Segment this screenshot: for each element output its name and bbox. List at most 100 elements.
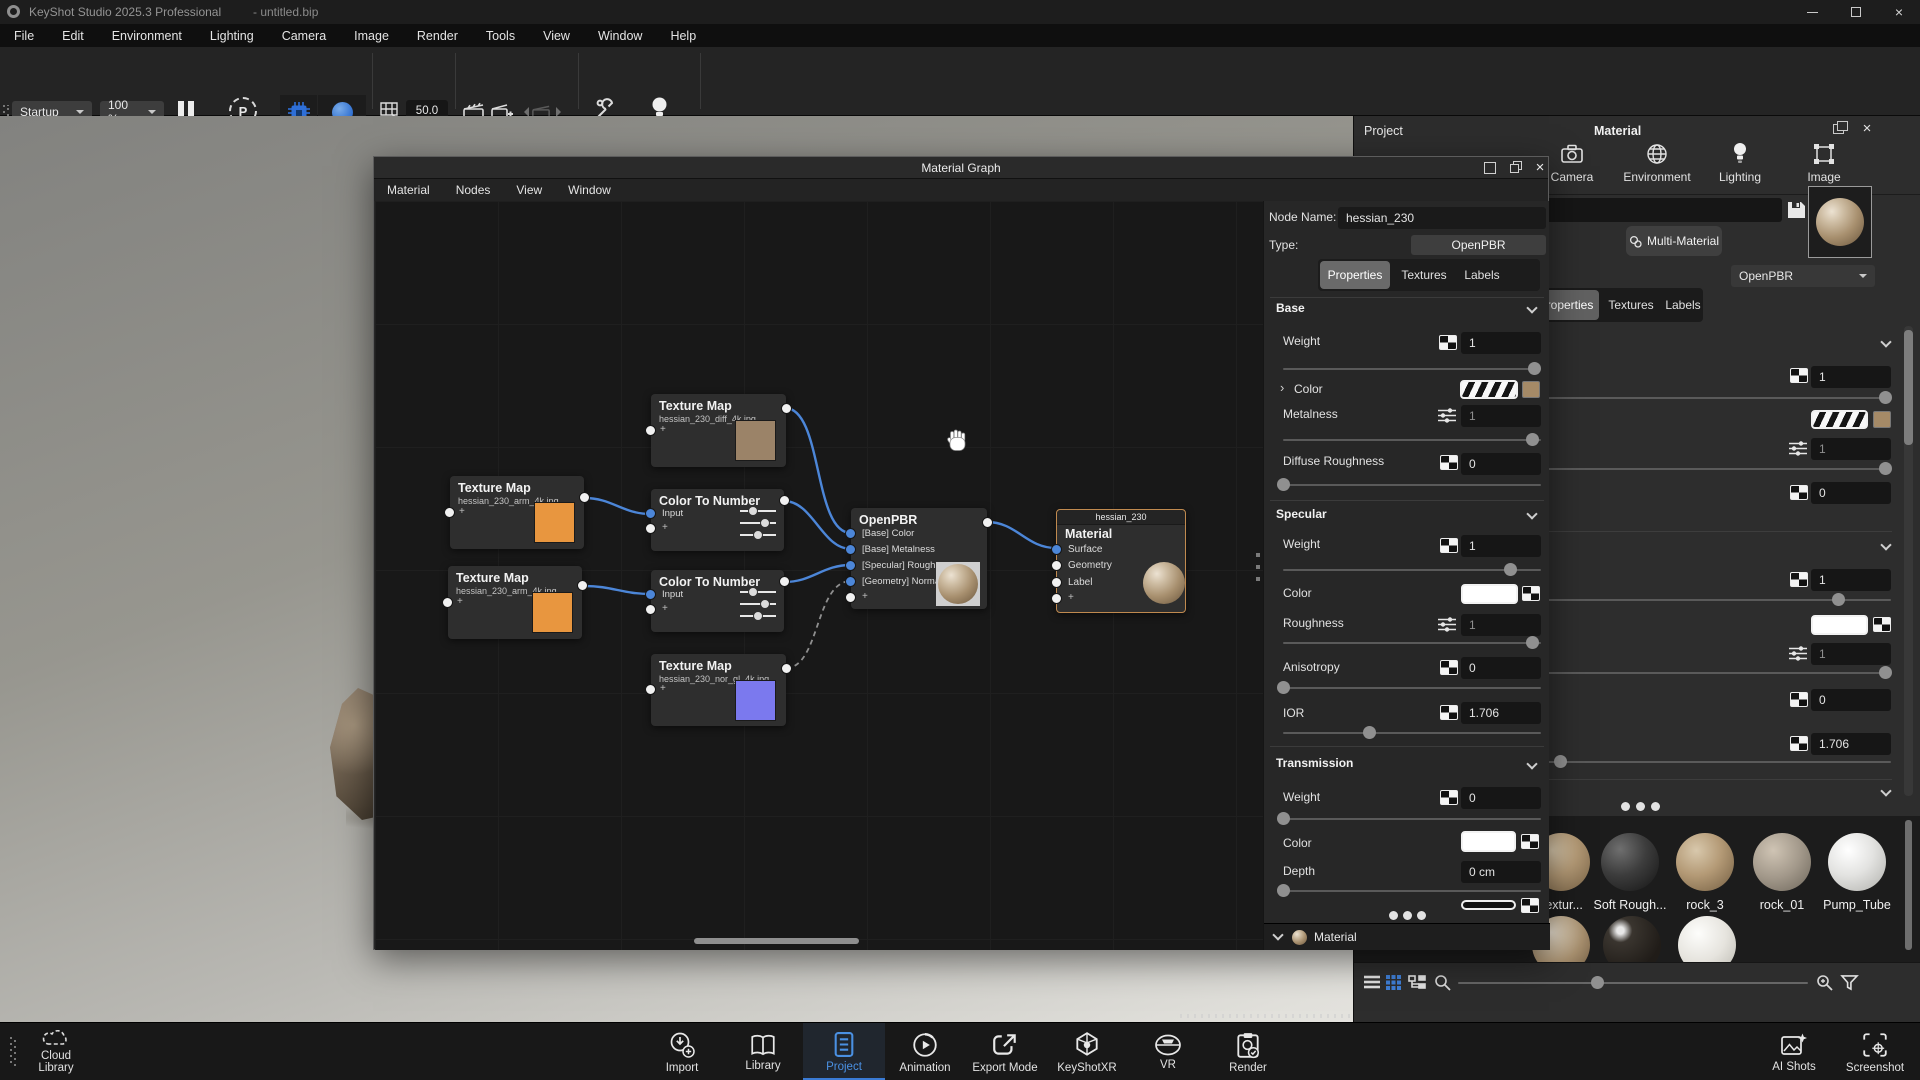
texture-toggle-icon[interactable] (1440, 790, 1458, 805)
specular-color-swatch[interactable] (1461, 584, 1518, 604)
metalness-slider[interactable] (1283, 439, 1541, 441)
slider-thumb[interactable] (1879, 666, 1892, 679)
input-port[interactable] (444, 507, 455, 518)
grid-view-icon[interactable] (1386, 975, 1401, 990)
section-chevron-icon[interactable] (1880, 539, 1891, 550)
base-weight-field[interactable]: 1 (1811, 366, 1891, 388)
slider-thumb[interactable] (1528, 362, 1541, 375)
input-port[interactable] (645, 508, 656, 519)
specular-roughness-field[interactable]: 1 (1811, 643, 1891, 665)
section-chevron-icon[interactable] (1880, 336, 1891, 347)
texture-toggle-icon[interactable] (1873, 617, 1891, 632)
diffuse-roughness-field[interactable]: 0 (1811, 482, 1891, 504)
node-texture-map-arm[interactable]: Texture Map hessian_230_arm_4k.jpg + (448, 566, 582, 639)
node-color-to-number[interactable]: Color To Number Input + (651, 570, 784, 632)
node-color-to-number[interactable]: Color To Number Input + (651, 489, 784, 551)
color-texture-swatch[interactable] (1460, 380, 1518, 399)
input-port[interactable] (645, 589, 656, 600)
bottombar-grip-handle[interactable] (10, 1037, 18, 1067)
bottom-item-project[interactable]: Project (803, 1023, 885, 1080)
slider-thumb[interactable] (1277, 812, 1290, 825)
texture-toggle-icon[interactable] (1790, 572, 1808, 587)
canvas-hscrollbar-thumb[interactable] (694, 938, 859, 944)
color-swatch[interactable] (1522, 381, 1540, 398)
anisotropy-field[interactable]: 0 (1461, 657, 1541, 679)
texture-toggle-icon[interactable] (1440, 538, 1458, 553)
specular-weight-slider[interactable] (1283, 569, 1541, 571)
bottom-item-library[interactable]: Library (722, 1023, 804, 1080)
slider-thumb[interactable] (1526, 636, 1539, 649)
graph-menu-nodes[interactable]: Nodes (443, 183, 504, 197)
menu-camera[interactable]: Camera (268, 29, 340, 43)
texture-toggle-icon[interactable] (1440, 455, 1458, 470)
library-material-sphere[interactable] (1753, 833, 1811, 891)
input-port[interactable] (845, 576, 856, 587)
node-openpbr[interactable]: OpenPBR [Base] Color [Base] Metalness [S… (851, 508, 987, 609)
slider-thumb[interactable] (1277, 681, 1290, 694)
levels-icon[interactable] (1788, 440, 1808, 457)
tab-project[interactable]: Project (1364, 124, 1403, 138)
zoom-out-icon[interactable] (1434, 974, 1451, 991)
library-material-label[interactable]: rock_01 (1747, 898, 1817, 912)
panel-splitter-handle[interactable] (1256, 553, 1261, 587)
library-material-label[interactable]: rock_3 (1670, 898, 1740, 912)
section-base[interactable]: Base (1276, 301, 1305, 315)
section-transmission[interactable]: Transmission (1276, 756, 1353, 770)
graph-menu-window[interactable]: Window (555, 183, 624, 197)
texture-toggle-icon[interactable] (1790, 485, 1808, 500)
texture-toggle-icon[interactable] (1790, 692, 1808, 707)
output-port[interactable] (579, 492, 590, 503)
library-material-sphere[interactable] (1676, 833, 1734, 891)
section-chevron-icon[interactable] (1526, 758, 1537, 769)
graph-menu-material[interactable]: Material (374, 183, 443, 197)
input-port[interactable] (1051, 560, 1062, 571)
output-port[interactable] (781, 663, 792, 674)
nav-camera[interactable]: Camera (1542, 140, 1602, 192)
anisotropy-slider[interactable] (1283, 687, 1541, 689)
slider-thumb[interactable] (1504, 563, 1517, 576)
input-port[interactable] (845, 528, 856, 539)
menu-file[interactable]: File (0, 29, 48, 43)
input-port[interactable] (1051, 577, 1062, 588)
bottom-item-ai-shots[interactable]: AI Shots (1753, 1023, 1835, 1080)
graph-menu-view[interactable]: View (503, 183, 555, 197)
input-port[interactable] (645, 604, 656, 615)
graph-close-icon[interactable]: × (1532, 160, 1548, 176)
material-footer-bar[interactable]: Material (1264, 923, 1550, 950)
zoom-in-icon[interactable] (1816, 974, 1833, 991)
texture-toggle-icon[interactable] (1522, 586, 1540, 601)
texture-toggle-icon[interactable] (1790, 736, 1808, 751)
expander-icon[interactable]: › (1280, 380, 1284, 395)
levels-icon[interactable] (1437, 407, 1457, 424)
tree-view-icon[interactable] (1408, 975, 1426, 990)
texture-toggle-icon[interactable] (1521, 898, 1539, 913)
texture-toggle-icon[interactable] (1440, 660, 1458, 675)
slider-thumb[interactable] (1832, 593, 1845, 606)
library-material-label[interactable]: Pump_Tube (1822, 898, 1892, 912)
output-port[interactable] (779, 495, 790, 506)
nav-lighting[interactable]: Lighting (1710, 140, 1770, 192)
bottom-item-vr[interactable]: VR (1127, 1023, 1209, 1080)
list-view-icon[interactable] (1364, 975, 1380, 989)
specular-weight-field[interactable]: 1 (1811, 569, 1891, 591)
base-color-swatch[interactable] (1873, 411, 1891, 428)
specular-color-swatch[interactable] (1811, 615, 1868, 635)
roughness-slider[interactable] (1283, 642, 1541, 644)
section-chevron-icon[interactable] (1880, 785, 1891, 796)
slider-thumb[interactable] (1554, 755, 1567, 768)
transmission-color-swatch[interactable] (1461, 831, 1516, 852)
properties-scrollbar-thumb[interactable] (1904, 330, 1913, 445)
section-chevron-icon[interactable] (1526, 508, 1537, 519)
menu-edit[interactable]: Edit (48, 29, 98, 43)
maximize-button[interactable] (1834, 0, 1878, 24)
texture-toggle-icon[interactable] (1790, 368, 1808, 383)
weight-field[interactable]: 1 (1461, 332, 1541, 354)
slider-thumb[interactable] (1277, 884, 1290, 897)
filter-icon[interactable] (1840, 974, 1859, 991)
graph-window-titlebar[interactable]: Material Graph × (374, 157, 1548, 179)
tab-textures[interactable]: Textures (1395, 261, 1453, 289)
thumbnail-size-thumb[interactable] (1591, 976, 1604, 989)
tab-labels[interactable]: Labels (1458, 261, 1506, 289)
bottom-item-import[interactable]: Import (641, 1023, 723, 1080)
slider-thumb[interactable] (1363, 726, 1376, 739)
